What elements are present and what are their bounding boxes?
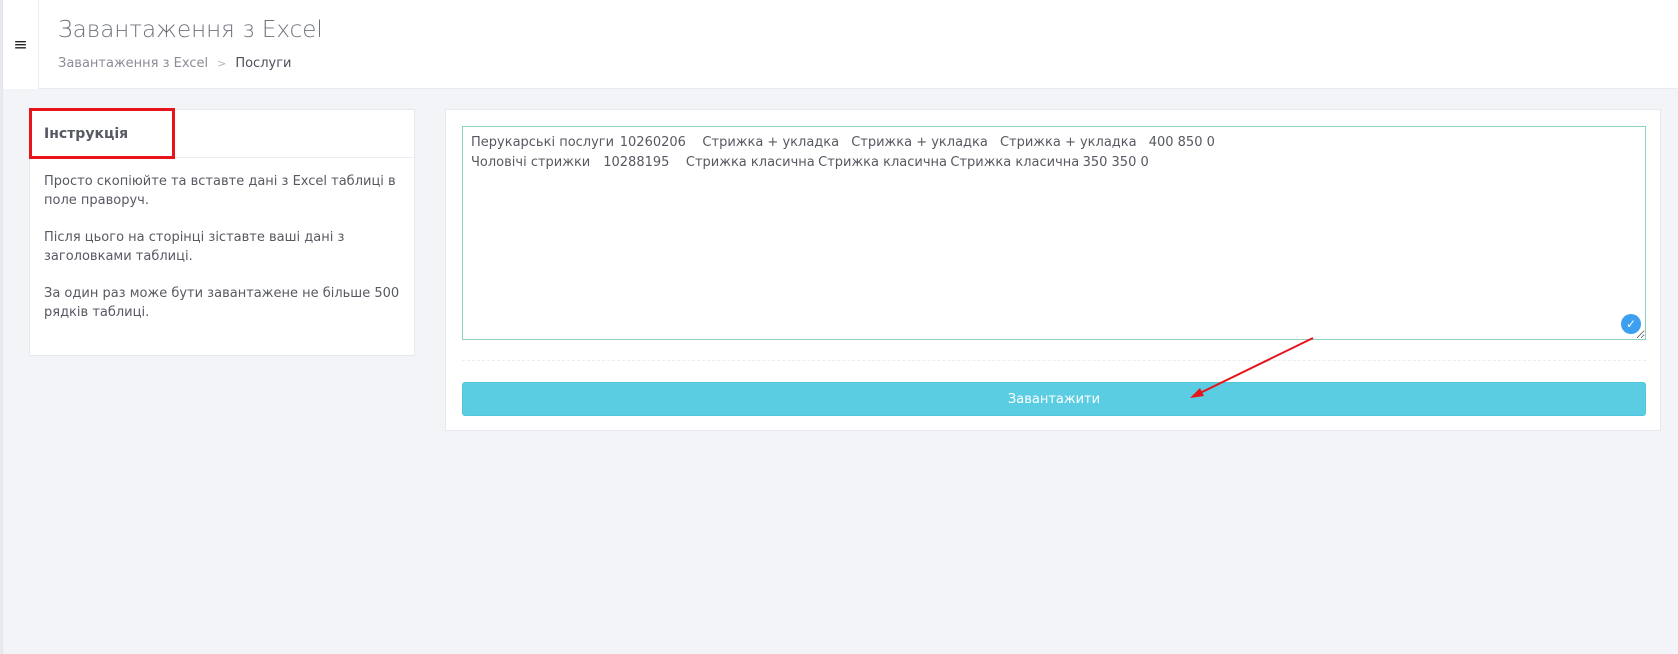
instructions-title: Інструкція (30, 110, 414, 158)
instructions-body: Просто скопіюйте та вставте дані з Excel… (30, 158, 414, 322)
menu-toggle-button[interactable]: ≡ (3, 0, 39, 89)
check-icon: ✓ (1621, 314, 1641, 334)
divider (462, 360, 1646, 361)
upload-button[interactable]: Завантажити (462, 382, 1646, 416)
breadcrumb-separator: > (217, 57, 227, 70)
textarea-wrapper: ✓ (462, 126, 1646, 340)
page-header: Завантаження з Excel Завантаження з Exce… (39, 0, 1678, 89)
breadcrumb: Завантаження з Excel > Послуги (58, 56, 292, 71)
instruction-paragraph: За один раз може бути завантажене не біл… (44, 286, 400, 320)
breadcrumb-parent-link[interactable]: Завантаження з Excel (58, 56, 208, 71)
page-title: Завантаження з Excel (58, 17, 323, 43)
excel-data-textarea[interactable] (462, 126, 1646, 340)
sidebar-strip (0, 0, 3, 654)
upload-panel: ✓ Завантажити (445, 109, 1661, 431)
instructions-panel: Інструкція Просто скопіюйте та вставте д… (29, 109, 415, 356)
breadcrumb-current: Послуги (235, 56, 292, 71)
hamburger-icon: ≡ (13, 34, 28, 55)
instruction-paragraph: Після цього на сторінці зіставте ваші да… (44, 230, 345, 264)
instruction-paragraph: Просто скопіюйте та вставте дані з Excel… (44, 174, 396, 208)
